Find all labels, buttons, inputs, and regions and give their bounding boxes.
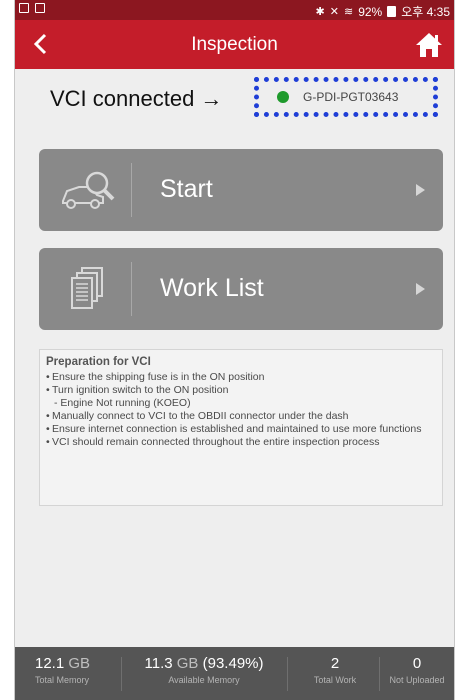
clock: 오후 4:35: [401, 5, 450, 19]
status-bar: ✱ ✕ ≋ 92% 오후 4:35: [15, 0, 454, 20]
available-memory-caption: Available Memory: [168, 675, 240, 685]
preparation-sub-item: - Engine Not running (KOEO): [54, 397, 191, 409]
device-frame-right: [454, 0, 469, 700]
vci-connected-annotation: VCI connected →: [50, 86, 223, 111]
mute-icon: ✕: [329, 6, 339, 18]
footer-divider: [121, 657, 122, 691]
vci-device-name: G-PDI-PGT03643: [303, 90, 399, 104]
vci-preparation-panel: Preparation for VCI Ensure the shipping …: [39, 349, 443, 506]
available-memory-stat: 11.3 GB (93.49%) Available Memory: [137, 655, 271, 685]
notification-icon: [35, 3, 45, 13]
footer-divider: [287, 657, 288, 691]
document-list-icon: [71, 267, 103, 309]
vci-device-status[interactable]: G-PDI-PGT03643: [254, 77, 438, 117]
preparation-list: Ensure the shipping fuse is in the ON po…: [46, 371, 436, 449]
total-memory-caption: Total Memory: [35, 675, 90, 685]
home-icon: [416, 33, 442, 57]
app-screen: ✱ ✕ ≋ 92% 오후 4:35 Inspection VCI connect…: [15, 0, 454, 700]
app-bar: Inspection: [15, 20, 454, 69]
preparation-item: Turn ignition switch to the ON position: [46, 384, 436, 397]
available-memory-unit: GB: [176, 655, 199, 672]
status-bar-notifications: [19, 3, 45, 13]
gallery-icon: [19, 3, 29, 13]
work-list-button-divider: [131, 262, 132, 316]
preparation-item: Ensure internet connection is establishe…: [46, 423, 436, 436]
battery-icon: [387, 6, 397, 17]
not-uploaded-value: 0: [412, 655, 422, 672]
available-memory-percent: (93.49%): [202, 655, 264, 672]
total-work-value: 2: [330, 655, 340, 672]
home-button[interactable]: [414, 30, 444, 60]
not-uploaded-stat: 0 Not Uploaded: [381, 655, 453, 685]
total-work-stat: 2 Total Work: [299, 655, 371, 685]
not-uploaded-caption: Not Uploaded: [389, 675, 445, 685]
connection-status-dot: [277, 91, 289, 103]
start-button-label: Start: [160, 175, 213, 203]
vci-connection-row: VCI connected → G-PDI-PGT03643: [15, 69, 454, 127]
available-memory-value: 11.3: [144, 655, 173, 672]
battery-percent: 92%: [358, 4, 383, 19]
device-frame-left: [0, 0, 15, 700]
wifi-icon: ≋: [343, 6, 354, 18]
preparation-item: VCI should remain connected throughout t…: [46, 436, 436, 449]
chevron-right-icon: [416, 283, 425, 295]
total-work-caption: Total Work: [313, 675, 357, 685]
total-memory-stat: 12.1 GB Total Memory: [35, 655, 90, 685]
chevron-right-icon: [416, 184, 425, 196]
status-bar-system: ✱ ✕ ≋ 92% 오후 4:35: [316, 3, 450, 20]
work-list-button-label: Work List: [160, 274, 264, 302]
preparation-title: Preparation for VCI: [46, 356, 151, 368]
footer-divider: [379, 657, 380, 691]
car-search-icon: [62, 171, 115, 209]
bluetooth-icon: ✱: [315, 6, 325, 18]
total-memory-value: 12.1: [35, 655, 65, 672]
work-list-button[interactable]: Work List: [39, 248, 443, 330]
start-button[interactable]: Start: [39, 149, 443, 231]
memory-status-footer: 12.1 GB Total Memory 11.3 GB (93.49%) Av…: [15, 647, 454, 700]
preparation-item: Ensure the shipping fuse is in the ON po…: [46, 371, 436, 384]
preparation-item: Manually connect to VCI to the OBDII con…: [46, 410, 436, 423]
total-memory-unit: GB: [68, 655, 91, 672]
start-button-divider: [131, 163, 132, 217]
page-title: Inspection: [191, 34, 278, 55]
